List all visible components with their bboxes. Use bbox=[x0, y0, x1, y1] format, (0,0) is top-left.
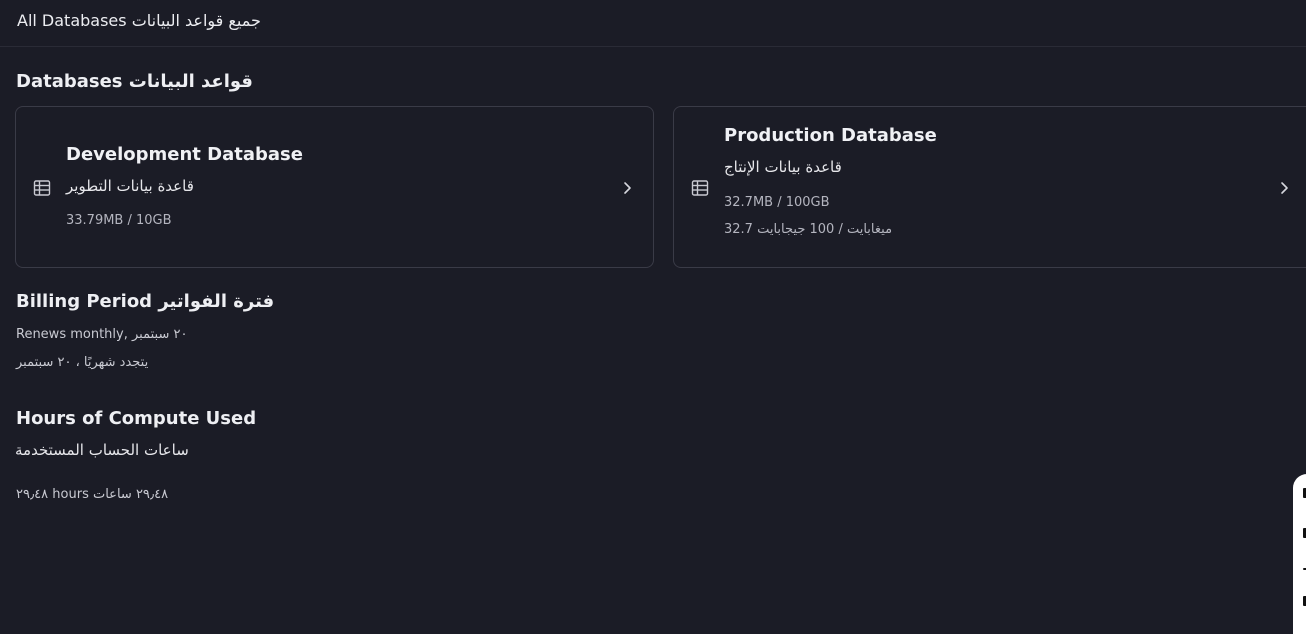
compute-hours-title-ar: ساعات الحساب المستخدمة bbox=[15, 441, 189, 459]
database-name-ar: قاعدة بيانات التطوير bbox=[66, 177, 194, 195]
database-usage-ar: 32.7 ميغابايت / 100 جيجابايت bbox=[724, 222, 893, 237]
table-icon bbox=[33, 179, 51, 197]
table-icon bbox=[691, 179, 709, 197]
floating-side-panel[interactable] bbox=[1293, 474, 1306, 634]
databases-section-title: Databases قواعد البيانات bbox=[16, 71, 253, 92]
compute-hours-title: Hours of Compute Used bbox=[16, 408, 257, 429]
billing-renews-text: Renews monthly, ٢٠ سبتمبر bbox=[16, 327, 188, 342]
billing-period-title: Billing Period فترة الفواتير bbox=[16, 291, 275, 312]
top-bar: All Databases جميع قواعد البيانات bbox=[0, 0, 1306, 47]
database-card-development[interactable]: Development Database قاعدة بيانات التطوي… bbox=[15, 106, 654, 268]
chevron-right-icon bbox=[618, 179, 636, 197]
database-name-ar: قاعدة بيانات الإنتاج bbox=[724, 158, 842, 176]
compute-hours-value: ٢٩٫٤٨ hours ٢٩٫٤٨ ساعات bbox=[16, 487, 169, 502]
database-usage: 32.7MB / 100GB bbox=[724, 195, 830, 210]
chevron-right-icon bbox=[1275, 179, 1293, 197]
page-title: All Databases جميع قواعد البيانات bbox=[17, 11, 261, 30]
database-usage: 33.79MB / 10GB bbox=[66, 213, 172, 228]
database-name: Production Database bbox=[724, 125, 937, 146]
database-card-production[interactable]: Production Database قاعدة بيانات الإنتاج… bbox=[673, 106, 1306, 268]
database-name: Development Database bbox=[66, 144, 303, 165]
billing-renews-text-ar: يتجدد شهريًا ، ٢٠ سبتمبر bbox=[16, 355, 149, 370]
